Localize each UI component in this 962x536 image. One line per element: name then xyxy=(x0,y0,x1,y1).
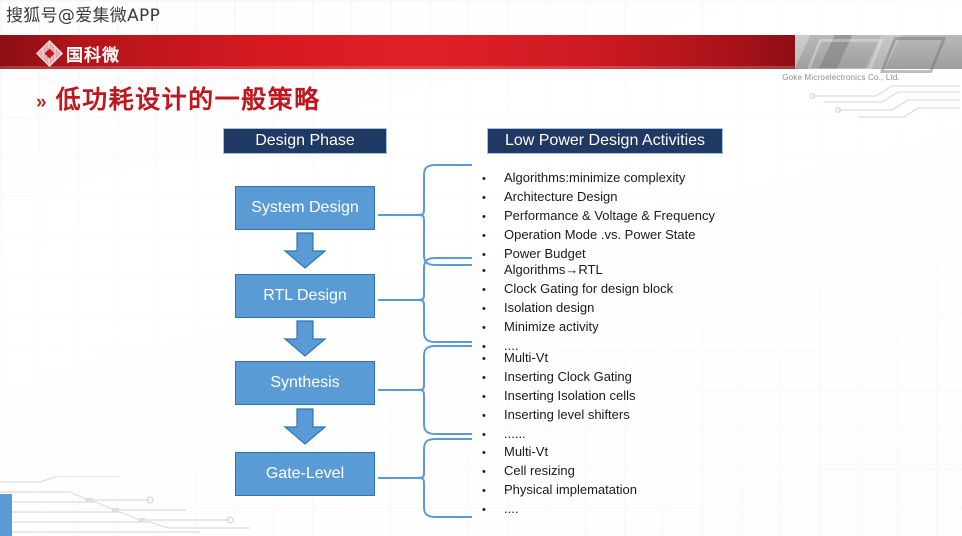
title-marker-icon: » xyxy=(36,92,47,113)
bullet-icon: • xyxy=(482,211,486,223)
bullet-icon: • xyxy=(482,485,486,497)
list-item-label: Architecture Design xyxy=(504,189,618,204)
bullet-icon: • xyxy=(482,192,486,204)
bullet-icon: • xyxy=(482,284,486,296)
corner-circuit-traces-icon xyxy=(809,85,960,118)
slide-canvas: 搜狐号@爱集微APP 国科微 Goke Microelectronics Co.… xyxy=(0,0,962,536)
list-item: • Isolation design xyxy=(482,299,673,318)
list-item-label: Cell resizing xyxy=(504,463,575,478)
bullet-icon: • xyxy=(482,303,486,315)
list-item: • Clock Gating for design block xyxy=(482,280,673,299)
brand-logo: 国科微 xyxy=(36,40,120,67)
list-item: • Cell resizing xyxy=(482,462,637,481)
down-arrow-icon xyxy=(283,232,327,269)
list-item-label: Operation Mode .vs. Power State xyxy=(504,227,696,242)
list-item-label: .... xyxy=(504,501,519,516)
watermark-text: 搜狐号@爱集微APP xyxy=(6,6,161,26)
activities-list-system-design: • Algorithms:minimize complexity • Archi… xyxy=(482,169,715,264)
bullet-icon: • xyxy=(482,466,486,478)
brace-connector-icon xyxy=(378,438,472,518)
list-item: • Performance & Voltage & Frequency xyxy=(482,207,715,226)
column-header-low-power-activities: Low Power Design Activities xyxy=(487,128,723,154)
diamond-logo-icon xyxy=(36,40,63,67)
bullet-icon: • xyxy=(482,391,486,403)
bullet-icon: • xyxy=(482,353,486,365)
list-item-label: Inserting level shifters xyxy=(504,407,630,422)
bullet-icon: • xyxy=(482,504,486,516)
list-item: • ...... xyxy=(482,425,636,444)
list-item-label: Algorithms:minimize complexity xyxy=(504,170,686,185)
list-item-label: ...... xyxy=(504,426,526,441)
list-item-label: Power Budget xyxy=(504,246,586,261)
bullet-icon: • xyxy=(482,322,486,334)
down-arrow-icon xyxy=(283,320,327,357)
bottom-left-circuit-traces-icon xyxy=(0,476,250,533)
list-item-label: Algorithms→RTL xyxy=(504,262,603,277)
list-item: • Algorithms:minimize complexity xyxy=(482,169,715,188)
list-item-label: Physical implematation xyxy=(504,482,637,497)
list-item: • .... xyxy=(482,500,637,519)
list-item-label: Minimize activity xyxy=(504,319,599,334)
bullet-icon: • xyxy=(482,447,486,459)
chip-photo-strip xyxy=(795,35,962,69)
list-item-label: Clock Gating for design block xyxy=(504,281,674,296)
bullet-icon: • xyxy=(482,372,486,384)
list-item: • Multi-Vt xyxy=(482,349,636,368)
list-item-label: Performance & Voltage & Frequency xyxy=(504,208,716,223)
activities-list-synthesis: • Multi-Vt • Inserting Clock Gating • In… xyxy=(482,349,636,444)
page-title: 低功耗设计的一般策略 xyxy=(55,85,321,114)
brace-connector-icon xyxy=(378,164,472,266)
list-item: • Inserting Clock Gating xyxy=(482,368,636,387)
list-item: • Inserting level shifters xyxy=(482,406,636,425)
list-item: • Inserting Isolation cells xyxy=(482,387,636,406)
list-item-label: Isolation design xyxy=(504,300,595,315)
down-arrow-icon xyxy=(283,408,327,445)
brand-logo-text: 国科微 xyxy=(66,46,120,66)
list-item-label: Multi-Vt xyxy=(504,444,549,459)
bullet-icon: • xyxy=(482,429,486,441)
list-item: • Multi-Vt xyxy=(482,443,637,462)
activities-list-gate-level: • Multi-Vt • Cell resizing • Physical im… xyxy=(482,443,637,519)
list-item-label: Inserting Isolation cells xyxy=(504,388,636,403)
bottom-left-blue-block xyxy=(0,494,12,536)
flow-box-rtl-design[interactable]: RTL Design xyxy=(235,274,375,318)
brace-connector-icon xyxy=(378,257,472,343)
list-item: • Architecture Design xyxy=(482,188,715,207)
brand-name-en: Goke Microelectronics Co., Ltd. xyxy=(782,73,900,82)
brace-connector-icon xyxy=(378,345,472,435)
bullet-icon: • xyxy=(482,230,486,242)
list-item: • Physical implematation xyxy=(482,481,637,500)
bullet-icon: • xyxy=(482,173,486,185)
column-header-design-phase: Design Phase xyxy=(223,128,387,154)
flow-box-gate-level[interactable]: Gate-Level xyxy=(235,452,375,496)
flow-box-synthesis[interactable]: Synthesis xyxy=(235,361,375,405)
list-item: • Operation Mode .vs. Power State xyxy=(482,226,715,245)
list-item: • Algorithms→RTL xyxy=(482,261,673,280)
list-item: • Minimize activity xyxy=(482,318,673,337)
bullet-icon: • xyxy=(482,410,486,422)
flow-box-system-design[interactable]: System Design xyxy=(235,186,375,230)
activities-list-rtl-design: • Algorithms→RTL • Clock Gating for desi… xyxy=(482,261,673,356)
bullet-icon: • xyxy=(482,265,486,277)
list-item-label: Multi-Vt xyxy=(504,350,549,365)
slide-title: » 低功耗设计的一般策略 xyxy=(36,80,321,116)
list-item-label: Inserting Clock Gating xyxy=(504,369,632,384)
